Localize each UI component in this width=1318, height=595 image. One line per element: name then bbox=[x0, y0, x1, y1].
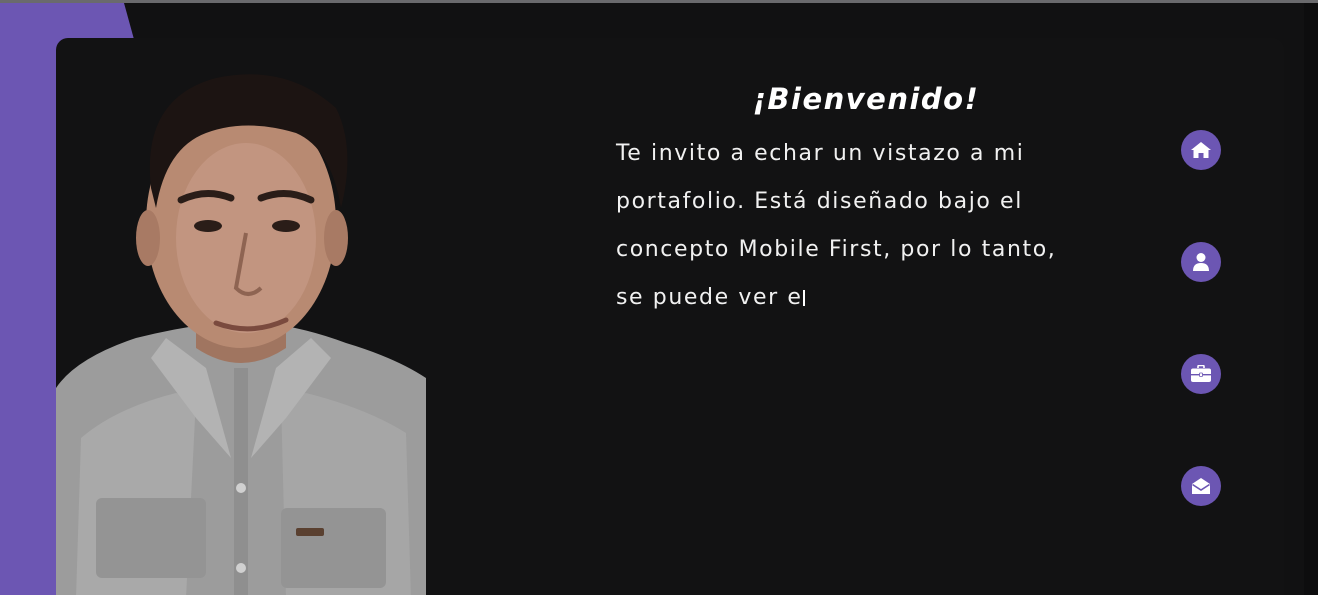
nav-about-button[interactable] bbox=[1181, 242, 1221, 282]
briefcase-icon bbox=[1191, 365, 1211, 382]
profile-photo bbox=[56, 38, 426, 595]
side-nav bbox=[1181, 130, 1221, 578]
welcome-title: ¡Bienvenido! bbox=[752, 82, 980, 116]
welcome-text: Te invito a echar un vistazo a mi portaf… bbox=[616, 141, 1057, 310]
top-border bbox=[0, 0, 1318, 3]
nav-home-button[interactable] bbox=[1181, 130, 1221, 170]
scrollbar-track bbox=[1304, 3, 1318, 595]
page: ¡Bienvenido! Te invito a echar un vistaz… bbox=[0, 0, 1318, 595]
envelope-open-icon bbox=[1192, 478, 1210, 494]
home-icon bbox=[1191, 142, 1211, 158]
welcome-paragraph: Te invito a echar un vistazo a mi portaf… bbox=[616, 130, 1076, 322]
typing-cursor bbox=[803, 290, 806, 306]
user-icon bbox=[1193, 253, 1209, 271]
nav-contact-button[interactable] bbox=[1181, 466, 1221, 506]
nav-portfolio-button[interactable] bbox=[1181, 354, 1221, 394]
welcome-card: ¡Bienvenido! Te invito a echar un vistaz… bbox=[56, 38, 1284, 595]
welcome-section: ¡Bienvenido! Te invito a echar un vistaz… bbox=[616, 82, 1076, 322]
